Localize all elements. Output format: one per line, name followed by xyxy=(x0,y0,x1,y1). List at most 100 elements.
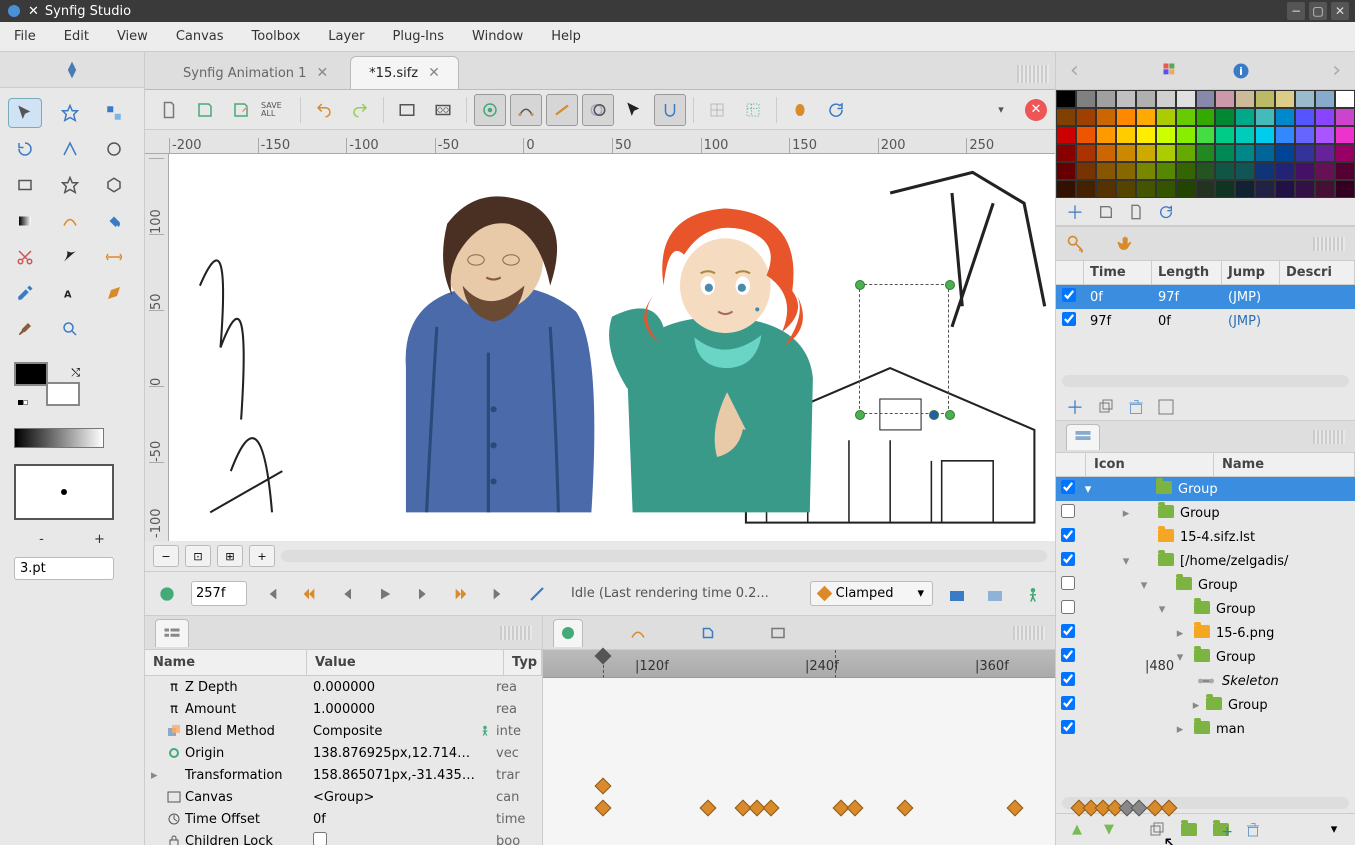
timeline-tab-history[interactable] xyxy=(693,619,723,647)
palette-swatch[interactable] xyxy=(1235,90,1255,108)
palette-swatch[interactable] xyxy=(1315,144,1335,162)
layer-lower-button[interactable]: ▼ xyxy=(1098,819,1120,841)
kf-add-button[interactable]: ＋ xyxy=(1066,394,1084,420)
toolbar-save[interactable] xyxy=(189,94,221,126)
layer-row[interactable]: ▾ Group xyxy=(1056,477,1355,501)
param-row-zdepth[interactable]: π Z Depth 0.000000 rea xyxy=(145,676,542,698)
palette-swatch[interactable] xyxy=(1215,180,1235,198)
layer-row[interactable]: ▾ [/home/zelgadis/ xyxy=(1056,549,1355,573)
layer-row[interactable]: ▸ Group xyxy=(1056,693,1355,717)
layer-visible-checkbox[interactable] xyxy=(1061,624,1075,638)
playback-prev-frame-button[interactable] xyxy=(333,580,361,608)
palette-swatch[interactable] xyxy=(1056,108,1076,126)
toolbar-save-as[interactable] xyxy=(225,94,257,126)
kf-tab-key[interactable] xyxy=(1066,234,1086,254)
zoom-grid-button[interactable]: ⊞ xyxy=(217,545,243,567)
handle-origin[interactable] xyxy=(929,410,939,420)
palette-swatch[interactable] xyxy=(1196,144,1216,162)
menu-layer[interactable]: Layer xyxy=(322,25,370,48)
layer-row[interactable]: ▾ Group xyxy=(1056,645,1355,669)
layer-visible-checkbox[interactable] xyxy=(1061,528,1075,542)
palette-swatch[interactable] xyxy=(1116,108,1136,126)
palette-swatch[interactable] xyxy=(1076,126,1096,144)
palette-swatch[interactable] xyxy=(1156,90,1176,108)
window-minimize-button[interactable]: − xyxy=(1287,2,1305,20)
tool-rotate[interactable] xyxy=(8,134,42,164)
selection-bounding-box[interactable] xyxy=(859,284,949,414)
toolbar-preview[interactable] xyxy=(474,94,506,126)
palette-swatch[interactable] xyxy=(1275,180,1295,198)
layer-row[interactable]: ▸ man xyxy=(1056,717,1355,741)
background-color[interactable] xyxy=(46,382,80,406)
current-frame-field[interactable] xyxy=(191,581,247,606)
palette-swatch[interactable] xyxy=(1295,108,1315,126)
zoom-in-button[interactable]: + xyxy=(249,545,275,567)
params-header-value[interactable]: Value xyxy=(307,650,504,675)
palette-swatch[interactable] xyxy=(1176,90,1196,108)
palette-refresh-button[interactable] xyxy=(1158,204,1174,220)
palette-swatch[interactable] xyxy=(1255,180,1275,198)
palette-swatch[interactable] xyxy=(1076,180,1096,198)
palette-swatch[interactable] xyxy=(1056,180,1076,198)
layer-visible-checkbox[interactable] xyxy=(1061,576,1075,590)
palette-swatch[interactable] xyxy=(1215,162,1235,180)
toolbar-refresh[interactable] xyxy=(820,94,852,126)
nav-info-icon[interactable]: i xyxy=(1231,61,1251,81)
playback-next-key-button[interactable] xyxy=(447,580,475,608)
foreground-color[interactable] xyxy=(14,362,48,386)
layer-row[interactable]: ▾ Group xyxy=(1056,597,1355,621)
layer-visible-checkbox[interactable] xyxy=(1061,696,1075,710)
toolbar-render-image[interactable] xyxy=(391,94,423,126)
timeline-tab-curves[interactable] xyxy=(623,619,653,647)
palette-save-button[interactable] xyxy=(1098,204,1114,220)
palette-swatch[interactable] xyxy=(1096,126,1116,144)
kf-header-length[interactable]: Length xyxy=(1152,261,1222,284)
animate-mode-icon[interactable] xyxy=(523,580,551,608)
palette-swatch[interactable] xyxy=(1176,162,1196,180)
layer-new-button[interactable]: + xyxy=(1210,819,1232,841)
tool-mirror[interactable] xyxy=(53,134,87,164)
palette-swatch[interactable] xyxy=(1096,144,1116,162)
layer-visible-checkbox[interactable] xyxy=(1061,552,1075,566)
document-tab-2[interactable]: *15.sifz ✕ xyxy=(350,56,459,89)
palette-swatch[interactable] xyxy=(1275,90,1295,108)
handle-bottom-right[interactable] xyxy=(945,410,955,420)
layer-visible-checkbox[interactable] xyxy=(1061,720,1075,734)
palette-swatch[interactable] xyxy=(1196,180,1216,198)
toolbar-close-x[interactable]: ✕ xyxy=(1025,99,1047,121)
toolbar-onion-skin[interactable] xyxy=(784,94,816,126)
kf-scrollbar[interactable] xyxy=(1062,375,1349,387)
keyframe-row[interactable]: 0f 97f (JMP) xyxy=(1056,285,1355,309)
palette-swatch[interactable] xyxy=(1136,90,1156,108)
layer-visible-checkbox[interactable] xyxy=(1061,504,1075,518)
kf-remove-button[interactable] xyxy=(1128,399,1144,415)
palette-swatch[interactable] xyxy=(1315,90,1335,108)
toolbar-undo[interactable] xyxy=(308,94,340,126)
param-row-blend[interactable]: Blend Method Composite inte xyxy=(145,720,542,742)
palette-swatch[interactable] xyxy=(1136,126,1156,144)
toolbar-onion[interactable] xyxy=(582,94,614,126)
palette-swatch[interactable] xyxy=(1275,108,1295,126)
toolbar-dropdown[interactable]: ▾ xyxy=(985,94,1017,126)
palette-swatch[interactable] xyxy=(1315,108,1335,126)
tool-polygon[interactable] xyxy=(97,170,131,200)
palette-swatch[interactable] xyxy=(1116,126,1136,144)
layer-visible-checkbox[interactable] xyxy=(1061,648,1075,662)
window-maximize-button[interactable]: ▢ xyxy=(1309,2,1327,20)
tool-brush[interactable] xyxy=(8,314,42,344)
kf-header-time[interactable]: Time xyxy=(1084,261,1152,284)
palette-swatch[interactable] xyxy=(1275,162,1295,180)
layers-tab[interactable] xyxy=(1066,424,1100,450)
kf-enabled-checkbox[interactable] xyxy=(1062,312,1076,326)
menu-help[interactable]: Help xyxy=(545,25,587,48)
palette-swatch[interactable] xyxy=(1056,162,1076,180)
nav-next-button[interactable]: › xyxy=(1332,58,1341,83)
palette-swatch[interactable] xyxy=(1315,126,1335,144)
layer-row[interactable]: ▸ Group xyxy=(1056,501,1355,525)
palette-swatch[interactable] xyxy=(1235,180,1255,198)
playback-first-button[interactable] xyxy=(257,580,285,608)
layers-header-name[interactable]: Name xyxy=(1214,453,1355,476)
palette-swatch[interactable] xyxy=(1056,126,1076,144)
palette-swatch[interactable] xyxy=(1235,126,1255,144)
toolbar-save-all[interactable]: SAVE ALL xyxy=(261,94,293,126)
